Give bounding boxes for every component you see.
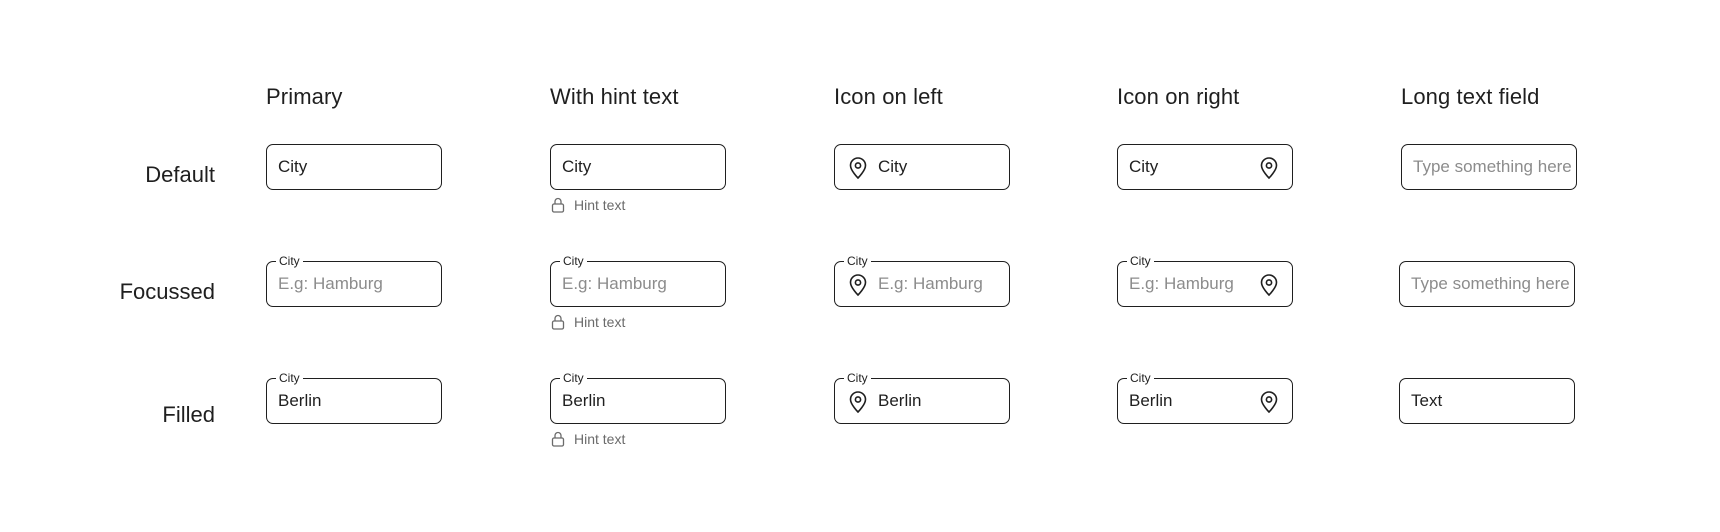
field-value: City xyxy=(562,157,592,176)
field-placeholder: E.g: Hamburg xyxy=(562,274,667,293)
field-placeholder: E.g: Hamburg xyxy=(878,274,983,293)
row-label-focussed: Focussed xyxy=(119,279,215,304)
field-value: Text xyxy=(1411,391,1443,410)
location-pin-icon xyxy=(1260,391,1278,414)
floating-label: City xyxy=(560,371,587,385)
floating-label: City xyxy=(276,371,303,385)
floating-label: City xyxy=(276,254,303,268)
lock-icon xyxy=(551,431,565,447)
location-pin-icon xyxy=(849,157,867,180)
hint-text: Hint text xyxy=(574,197,626,213)
row-label-default: Default xyxy=(145,162,215,187)
floating-label: City xyxy=(844,254,871,268)
column-heading-primary: Primary xyxy=(266,84,343,109)
floating-label: City xyxy=(560,254,587,268)
hint-focussed: Hint text xyxy=(551,314,625,330)
field-value: Berlin xyxy=(878,391,922,410)
lock-icon xyxy=(551,197,565,213)
column-heading-hint: With hint text xyxy=(550,84,679,109)
location-pin-icon xyxy=(1260,274,1278,297)
hint-text: Hint text xyxy=(574,314,626,330)
field-value: City xyxy=(278,157,308,176)
location-pin-icon xyxy=(849,391,867,414)
field-value: Berlin xyxy=(278,391,322,410)
location-pin-icon xyxy=(1260,157,1278,180)
city-input-primary-default[interactable]: City xyxy=(266,144,442,190)
column-heading-icon-right: Icon on right xyxy=(1117,84,1240,109)
field-placeholder: E.g: Hamburg xyxy=(278,274,383,293)
hint-filled: Hint text xyxy=(551,431,625,447)
city-input-hint-default[interactable]: City xyxy=(550,144,726,190)
row-label-filled: Filled xyxy=(162,402,215,427)
hint-default: Hint text xyxy=(551,197,625,213)
city-input-icon-left-filled[interactable]: City Berlin xyxy=(834,371,1010,424)
field-placeholder: Type something here xyxy=(1413,157,1572,176)
field-value: City xyxy=(1129,157,1159,176)
location-pin-icon xyxy=(849,274,867,297)
floating-label: City xyxy=(1127,371,1154,385)
floating-label: City xyxy=(1127,254,1154,268)
long-text-input-focussed[interactable]: Type something here xyxy=(1399,261,1575,307)
field-value: Berlin xyxy=(562,391,606,410)
field-placeholder: Type something here xyxy=(1411,274,1570,293)
field-value: City xyxy=(878,157,908,176)
lock-icon xyxy=(551,314,565,330)
hint-text: Hint text xyxy=(574,431,626,447)
floating-label: City xyxy=(844,371,871,385)
column-heading-long: Long text field xyxy=(1401,84,1540,109)
column-heading-icon-left: Icon on left xyxy=(834,84,943,109)
long-text-input-default[interactable]: Type something here xyxy=(1401,144,1577,190)
city-input-hint-filled[interactable]: City Berlin xyxy=(550,371,726,424)
city-input-icon-right-filled[interactable]: City Berlin xyxy=(1117,371,1293,424)
city-input-primary-filled[interactable]: City Berlin xyxy=(266,371,442,424)
city-input-icon-right-focussed[interactable]: City E.g: Hamburg xyxy=(1117,254,1293,307)
long-text-input-filled[interactable]: Text xyxy=(1399,378,1575,424)
city-input-icon-left-focussed[interactable]: City E.g: Hamburg xyxy=(834,254,1010,307)
field-placeholder: E.g: Hamburg xyxy=(1129,274,1234,293)
city-input-icon-right-default[interactable]: City xyxy=(1117,144,1293,190)
city-input-icon-left-default[interactable]: City xyxy=(834,144,1010,190)
city-input-hint-focussed[interactable]: City E.g: Hamburg xyxy=(550,254,726,307)
city-input-primary-focussed[interactable]: City E.g: Hamburg xyxy=(266,254,442,307)
field-value: Berlin xyxy=(1129,391,1173,410)
